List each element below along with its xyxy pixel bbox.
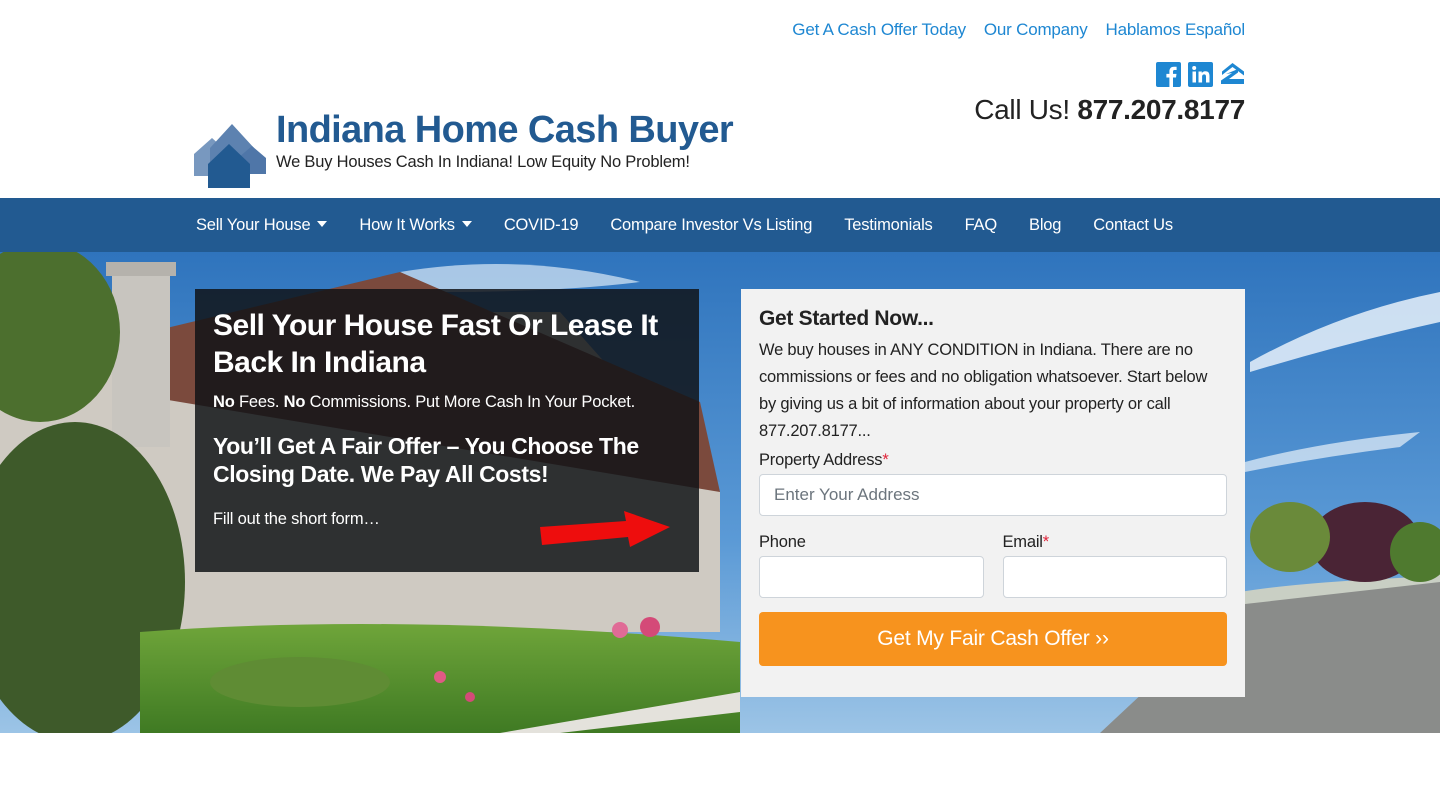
nav-faq[interactable]: FAQ bbox=[965, 216, 998, 235]
top-links: Get A Cash Offer Today Our Company Habla… bbox=[792, 20, 1245, 40]
call-us: Call Us! 877.207.8177 bbox=[974, 94, 1245, 126]
nav-sell-your-house[interactable]: Sell Your House bbox=[196, 215, 328, 235]
lead-form: Get Started Now... We buy houses in ANY … bbox=[741, 289, 1245, 697]
email-field-group: Email* bbox=[1002, 533, 1227, 598]
arrow-right-icon bbox=[540, 511, 670, 547]
logo-title: Indiana Home Cash Buyer bbox=[276, 109, 734, 151]
hero-section: Sell Your House Fast Or Lease It Back In… bbox=[0, 252, 1440, 733]
nav-testimonials[interactable]: Testimonials bbox=[844, 216, 933, 235]
site-logo[interactable]: Indiana Home Cash Buyer We Buy Houses Ca… bbox=[194, 108, 734, 190]
email-label-text: Email bbox=[1002, 533, 1043, 551]
hero-sub-text: Commissions. Put More Cash In Your Pocke… bbox=[305, 393, 636, 411]
main-nav: Sell Your House How It Works COVID-19 Co… bbox=[0, 198, 1440, 252]
email-label: Email* bbox=[1003, 533, 1050, 551]
phone-field-group: Phone bbox=[759, 533, 984, 598]
hero-secondary-heading: You’ll Get A Fair Offer – You Choose The… bbox=[213, 433, 639, 487]
caret-down-icon bbox=[317, 221, 328, 227]
hero-title: Sell Your House Fast Or Lease It Back In… bbox=[213, 309, 658, 379]
logo-tagline: We Buy Houses Cash In Indiana! Low Equit… bbox=[276, 153, 690, 171]
linkedin-icon[interactable] bbox=[1188, 62, 1213, 87]
contact-fields-row: Phone Email* bbox=[759, 533, 1227, 598]
address-label-text: Property Address bbox=[759, 451, 883, 469]
top-link-cash-offer[interactable]: Get A Cash Offer Today bbox=[792, 20, 966, 40]
property-address-input[interactable] bbox=[759, 474, 1227, 516]
nav-compare-investor[interactable]: Compare Investor Vs Listing bbox=[610, 216, 812, 235]
email-input[interactable] bbox=[1002, 556, 1227, 598]
top-link-our-company[interactable]: Our Company bbox=[984, 20, 1088, 40]
nav-blog[interactable]: Blog bbox=[1029, 216, 1061, 235]
social-links bbox=[1156, 62, 1245, 87]
nav-contact-us[interactable]: Contact Us bbox=[1093, 216, 1173, 235]
houses-logo-icon bbox=[194, 124, 266, 188]
form-title: Get Started Now... bbox=[759, 307, 934, 330]
hero-sub-text: Fees. bbox=[234, 393, 284, 411]
nav-label: How It Works bbox=[359, 215, 455, 234]
facebook-icon[interactable] bbox=[1156, 62, 1181, 87]
caret-down-icon bbox=[461, 221, 472, 227]
hero-overlay: Sell Your House Fast Or Lease It Back In… bbox=[195, 289, 699, 572]
top-link-hablamos-espanol[interactable]: Hablamos Español bbox=[1106, 20, 1246, 40]
zillow-icon[interactable] bbox=[1220, 62, 1245, 87]
phone-label: Phone bbox=[759, 533, 806, 551]
call-label: Call Us! bbox=[974, 94, 1070, 125]
required-asterisk: * bbox=[882, 451, 889, 469]
get-cash-offer-button[interactable]: Get My Fair Cash Offer ›› bbox=[759, 612, 1227, 666]
hero-sub-no: No bbox=[283, 393, 306, 411]
nav-covid-19[interactable]: COVID-19 bbox=[504, 216, 579, 235]
required-asterisk: * bbox=[1042, 533, 1049, 551]
form-description: We buy houses in ANY CONDITION in Indian… bbox=[759, 341, 1208, 440]
nav-label: Sell Your House bbox=[196, 215, 311, 234]
address-field-group: Property Address* bbox=[759, 451, 1227, 516]
phone-number[interactable]: 877.207.8177 bbox=[1077, 94, 1245, 125]
phone-input[interactable] bbox=[759, 556, 984, 598]
hero-subtitle: No Fees. No Commissions. Put More Cash I… bbox=[213, 393, 681, 412]
site-header: Get A Cash Offer Today Our Company Habla… bbox=[0, 0, 1440, 198]
address-label: Property Address* bbox=[759, 451, 889, 469]
nav-how-it-works[interactable]: How It Works bbox=[359, 215, 472, 235]
hero-sub-no: No bbox=[213, 393, 235, 411]
